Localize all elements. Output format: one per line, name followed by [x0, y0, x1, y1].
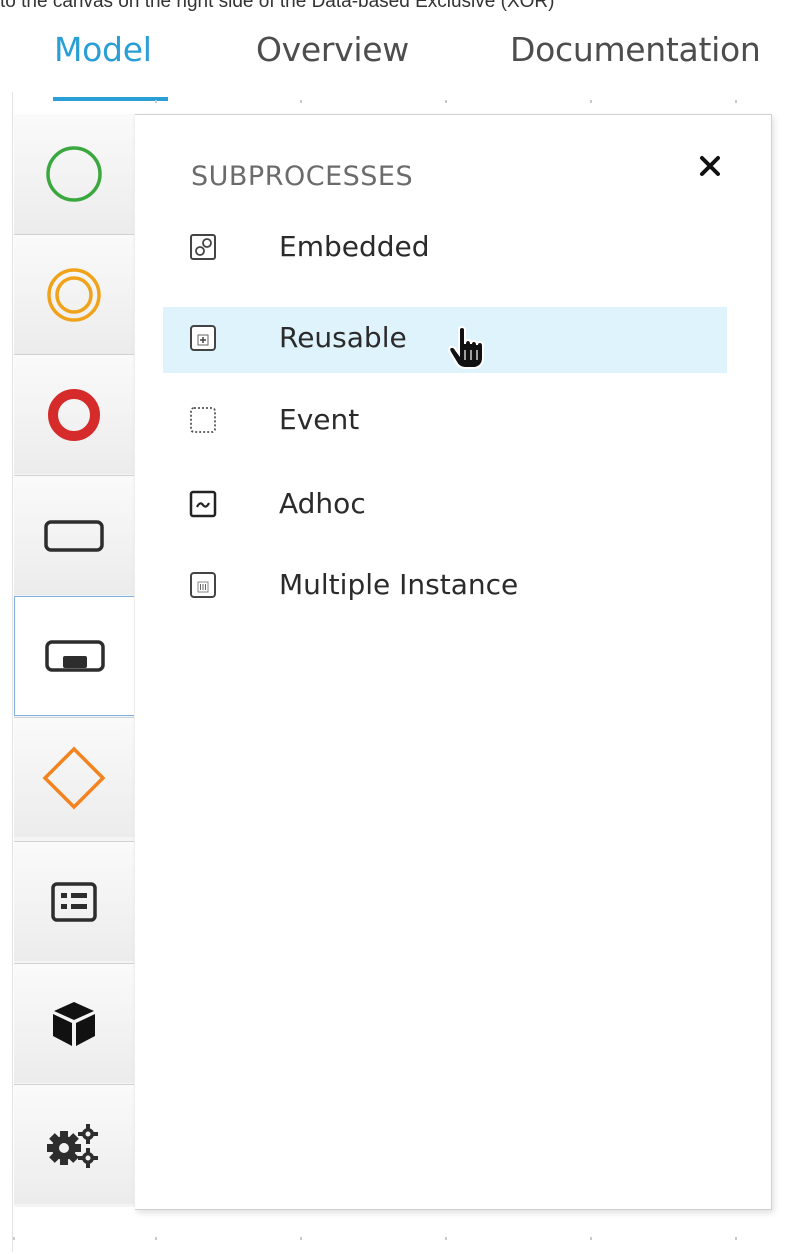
- tab-model[interactable]: Model: [54, 30, 152, 69]
- tab-documentation[interactable]: Documentation: [510, 30, 761, 69]
- palette-toolbar: [14, 114, 136, 1207]
- tab-bar: Model Overview Documentation: [0, 22, 797, 102]
- hand-cursor-icon: [448, 326, 484, 369]
- green-circle-icon: [46, 146, 102, 202]
- menu-item-label: Reusable: [279, 321, 407, 354]
- subprocesses-panel: SUBPROCESSES Embedded Reusable Event Adh…: [135, 114, 772, 1210]
- event-subprocess-icon: [190, 407, 216, 433]
- active-tab-indicator: [53, 97, 168, 101]
- toolbar-advanced[interactable]: [14, 1084, 134, 1204]
- adhoc-subprocess-icon: [189, 490, 217, 518]
- orange-double-circle-icon: [47, 267, 101, 322]
- toolbar-containers[interactable]: [14, 841, 134, 961]
- canvas-border: [12, 92, 13, 1252]
- menu-item-embedded[interactable]: Embedded: [163, 223, 727, 289]
- menu-item-reusable[interactable]: Reusable: [163, 307, 727, 373]
- red-bold-circle-icon: [48, 388, 100, 441]
- list-box-icon: [51, 881, 97, 922]
- multiple-instance-subprocess-icon: [190, 572, 216, 598]
- tab-overview[interactable]: Overview: [256, 30, 409, 69]
- toolbar-end-events[interactable]: [14, 354, 134, 474]
- close-icon: [700, 156, 720, 176]
- toolbar-start-events[interactable]: [14, 114, 134, 234]
- menu-item-adhoc[interactable]: Adhoc: [163, 473, 727, 539]
- reusable-subprocess-icon: [190, 325, 216, 351]
- menu-item-label: Adhoc: [279, 487, 366, 520]
- menu-item-label: Multiple Instance: [279, 568, 519, 601]
- toolbar-gateways[interactable]: [14, 717, 134, 837]
- close-button[interactable]: [695, 151, 725, 181]
- panel-title: SUBPROCESSES: [191, 161, 414, 192]
- rounded-rectangle-icon: [44, 519, 104, 552]
- subprocess-icon: [44, 640, 105, 672]
- toolbar-subprocesses[interactable]: [14, 596, 134, 716]
- gears-icon: [47, 1123, 98, 1168]
- caption-text: to the canvas on the right side of the D…: [0, 0, 555, 12]
- embedded-subprocess-icon: [190, 234, 216, 260]
- menu-item-event[interactable]: Event: [163, 389, 727, 455]
- toolbar-activities[interactable]: [14, 475, 134, 595]
- toolbar-custom-tasks[interactable]: [14, 963, 134, 1083]
- menu-item-label: Embedded: [279, 230, 430, 263]
- menu-item-label: Event: [279, 403, 360, 436]
- toolbar-intermediate-events[interactable]: [14, 234, 134, 354]
- orange-diamond-icon: [42, 746, 106, 809]
- menu-item-multiple-instance[interactable]: Multiple Instance: [163, 554, 727, 620]
- cube-icon: [53, 1001, 95, 1046]
